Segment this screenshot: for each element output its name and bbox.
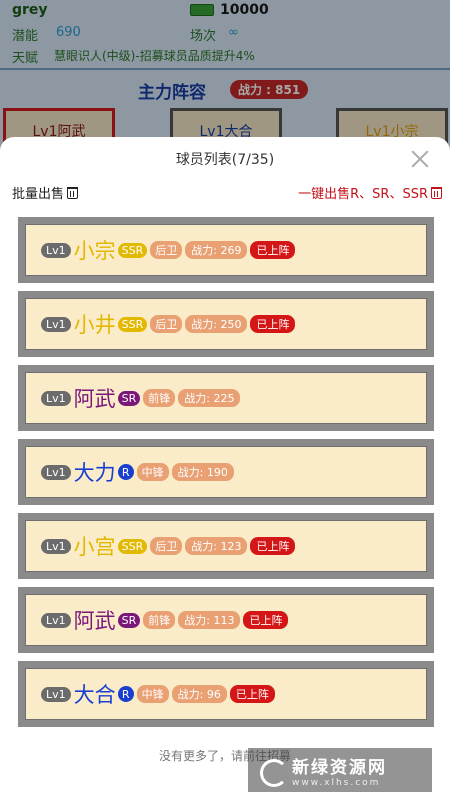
position-badge: 后卫	[150, 537, 183, 555]
watermark-logo-icon	[256, 755, 288, 787]
watermark: 新绿资源网 www.xlhs.com	[248, 748, 432, 792]
player-name: 小宫	[73, 535, 116, 559]
player-card[interactable]: Lv1 大力 R 中锋 战力: 190	[18, 439, 434, 505]
position-badge: 后卫	[150, 315, 183, 333]
rarity-badge: SSR	[117, 242, 148, 258]
bulk-sell-label: 批量出售	[12, 187, 65, 202]
rarity-badge: SSR	[117, 538, 148, 554]
player-name: 阿武	[73, 609, 116, 633]
one-key-sell-button[interactable]: 一键出售R、SR、SSR	[298, 183, 442, 202]
player-name: 小井	[73, 313, 116, 337]
player-card[interactable]: Lv1 小宗 SSR 后卫 战力: 269 已上阵	[18, 217, 434, 283]
rarity-badge: SR	[117, 390, 141, 406]
power-badge: 战力: 225	[178, 389, 241, 407]
level-badge: Lv1	[41, 612, 71, 628]
player-name: 大合	[73, 683, 116, 707]
player-card[interactable]: Lv1 大合 R 中锋 战力: 96 已上阵	[18, 661, 434, 727]
bulk-sell-button[interactable]: 批量出售	[12, 183, 79, 202]
one-key-sell-label: 一键出售R、SR、SSR	[298, 187, 428, 202]
rarity-badge: SSR	[117, 316, 148, 332]
player-list-sheet: 球员列表(7/35) 批量出售 一键出售R、SR、SSR Lv1 小宗 SSR …	[0, 137, 450, 800]
position-badge: 中锋	[136, 463, 169, 481]
player-name: 小宗	[73, 239, 116, 263]
on-field-badge: 已上阵	[243, 611, 289, 629]
player-name: 阿武	[73, 387, 116, 411]
trash-icon	[431, 186, 442, 199]
rarity-badge: R	[117, 686, 134, 702]
on-field-badge: 已上阵	[250, 241, 296, 259]
power-badge: 战力: 113	[178, 611, 241, 629]
position-badge: 后卫	[150, 241, 183, 259]
player-name: 大力	[73, 461, 116, 485]
player-card[interactable]: Lv1 阿武 SR 前锋 战力: 225	[18, 365, 434, 431]
level-badge: Lv1	[41, 242, 71, 258]
power-badge: 战力: 269	[185, 241, 248, 259]
watermark-url: www.xlhs.com	[292, 777, 381, 788]
player-list: Lv1 小宗 SSR 后卫 战力: 269 已上阵 Lv1 小井 SSR 后卫 …	[18, 217, 434, 735]
player-card[interactable]: Lv1 小宫 SSR 后卫 战力: 123 已上阵	[18, 513, 434, 579]
close-icon[interactable]	[410, 149, 430, 169]
level-badge: Lv1	[41, 686, 71, 702]
rarity-badge: R	[117, 464, 134, 480]
on-field-badge: 已上阵	[229, 685, 275, 703]
watermark-title: 新绿资源网	[292, 757, 387, 778]
rarity-badge: SR	[117, 612, 141, 628]
power-badge: 战力: 250	[185, 315, 248, 333]
level-badge: Lv1	[41, 538, 71, 554]
position-badge: 中锋	[136, 685, 169, 703]
on-field-badge: 已上阵	[250, 315, 296, 333]
trash-icon	[67, 186, 79, 199]
position-badge: 前锋	[143, 611, 176, 629]
level-badge: Lv1	[41, 316, 71, 332]
power-badge: 战力: 96	[171, 685, 227, 703]
position-badge: 前锋	[143, 389, 176, 407]
player-card[interactable]: Lv1 小井 SSR 后卫 战力: 250 已上阵	[18, 291, 434, 357]
sheet-title: 球员列表(7/35)	[175, 152, 275, 168]
power-badge: 战力: 190	[171, 463, 234, 481]
level-badge: Lv1	[41, 464, 71, 480]
on-field-badge: 已上阵	[250, 537, 296, 555]
level-badge: Lv1	[41, 390, 71, 406]
power-badge: 战力: 123	[185, 537, 248, 555]
player-card[interactable]: Lv1 阿武 SR 前锋 战力: 113 已上阵	[18, 587, 434, 653]
